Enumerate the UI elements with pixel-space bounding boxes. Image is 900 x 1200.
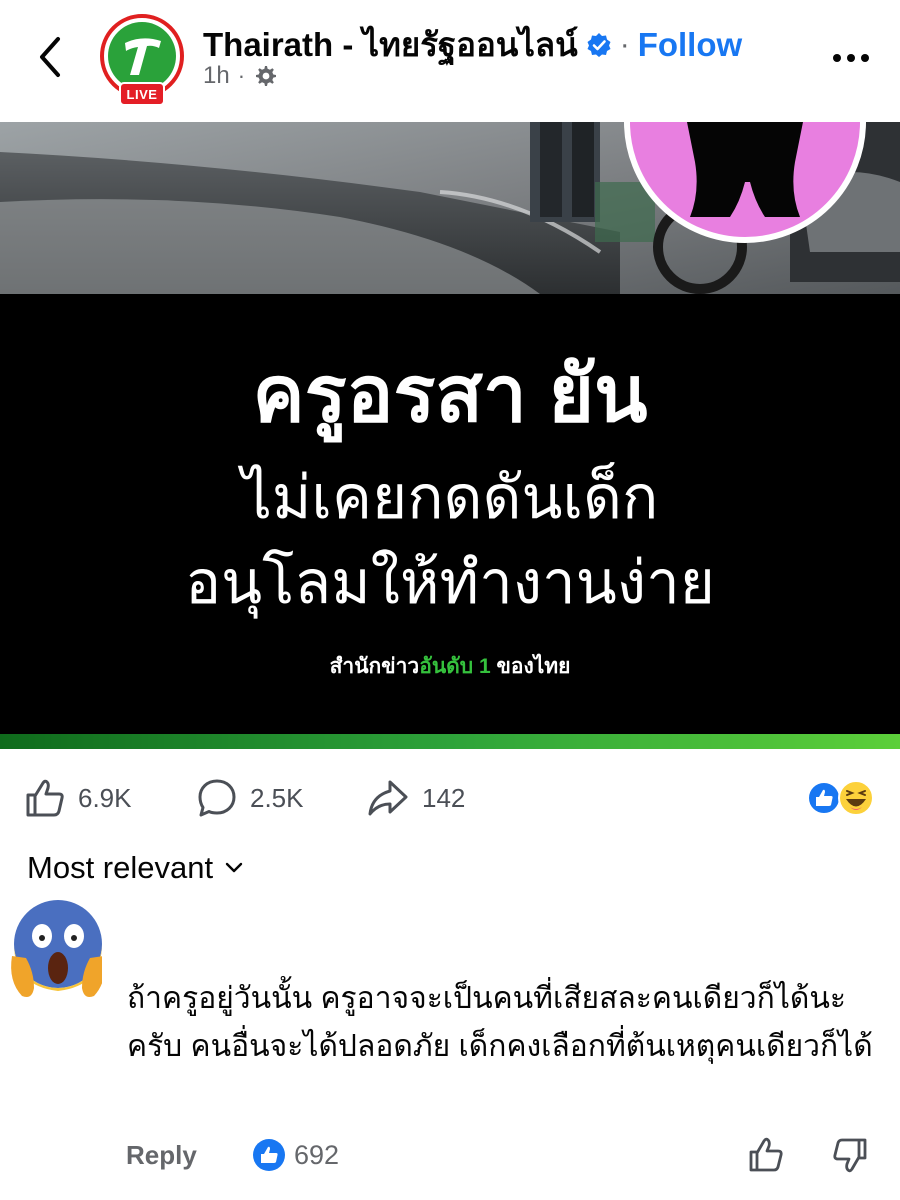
- post-meta: 1h ·: [203, 62, 277, 90]
- comment-bubble-icon: [198, 779, 236, 817]
- tagline-highlight: อันดับ 1: [419, 655, 491, 678]
- comment-text: ถ้าครูอยู่วันนั้น ครูอาจจะเป็นคนที่เสียส…: [127, 982, 873, 1063]
- reaction-summary[interactable]: [806, 778, 878, 818]
- comment-sort-dropdown[interactable]: Most relevant: [27, 850, 243, 886]
- thumbs-up-icon: [26, 779, 64, 817]
- headline-line-2: ไม่เคยกดดันเด็ก: [241, 464, 659, 531]
- headline-line-3: อนุโลมให้ทำงานง่าย: [185, 549, 715, 616]
- post-photo: [0, 122, 900, 294]
- back-button[interactable]: [30, 32, 70, 82]
- tagline-part-1: สำนักข่าว: [329, 655, 420, 678]
- sort-label: Most relevant: [27, 850, 214, 885]
- chevron-down-icon: [225, 862, 243, 873]
- comment-reaction-summary[interactable]: 692: [252, 1138, 339, 1172]
- post-actions: 6.9K 2.5K 142: [0, 770, 900, 826]
- share-arrow-icon: [368, 780, 408, 816]
- more-dots-icon: [833, 54, 841, 62]
- meta-separator: ·: [237, 63, 246, 88]
- separator-dot: ·: [619, 27, 630, 61]
- gear-icon: [256, 66, 277, 86]
- post-header: LIVE Thairath - ไทยรัฐออนไลน์ · Follow 1…: [0, 0, 900, 122]
- follow-button[interactable]: Follow: [638, 26, 742, 64]
- reply-button[interactable]: Reply: [126, 1140, 197, 1171]
- comment-actions: Reply 692: [0, 1132, 900, 1182]
- verified-badge-icon: [587, 32, 611, 57]
- share-button[interactable]: 142: [366, 770, 465, 826]
- comment-button[interactable]: 2.5K: [196, 770, 304, 826]
- like-button[interactable]: 6.9K: [24, 770, 132, 826]
- brand-green-bar: [0, 734, 900, 749]
- comment-like-icon[interactable]: [748, 1136, 784, 1174]
- thairath-logo: [108, 22, 176, 90]
- page-name-row: Thairath - ไทยรัฐออนไลน์ · Follow: [203, 18, 742, 71]
- comment-dislike-icon[interactable]: [832, 1136, 868, 1174]
- share-count: 142: [422, 782, 466, 813]
- tagline-part-2: ของไทย: [490, 655, 571, 678]
- haha-reaction-icon: [838, 780, 874, 816]
- post-image[interactable]: ครูอรสา ยัน ไม่เคยกดดันเด็ก อนุโลมให้ทำง…: [0, 122, 900, 749]
- like-reaction-icon: [807, 781, 841, 815]
- like-reaction-icon: [253, 1139, 285, 1171]
- page-avatar[interactable]: LIVE: [100, 14, 188, 106]
- thairath-t-logo-icon: [125, 38, 161, 75]
- more-dots-icon: [847, 54, 855, 62]
- brand-tagline: สำนักข่าวอันดับ 1 ของไทย: [0, 650, 900, 683]
- screaming-face-emoji-icon: [11, 900, 102, 997]
- post-time[interactable]: 1h: [203, 62, 230, 90]
- back-chevron-icon: [40, 37, 60, 77]
- more-dots-icon: [861, 54, 869, 62]
- comment-like-count: 692: [294, 1139, 340, 1170]
- headline-line-1: ครูอรสา ยัน: [252, 350, 648, 438]
- comment-count: 2.5K: [250, 782, 304, 813]
- commenter-avatar[interactable]: [8, 896, 102, 1006]
- like-count: 6.9K: [78, 782, 132, 813]
- more-options-button[interactable]: [826, 44, 876, 72]
- live-badge: LIVE: [119, 82, 165, 106]
